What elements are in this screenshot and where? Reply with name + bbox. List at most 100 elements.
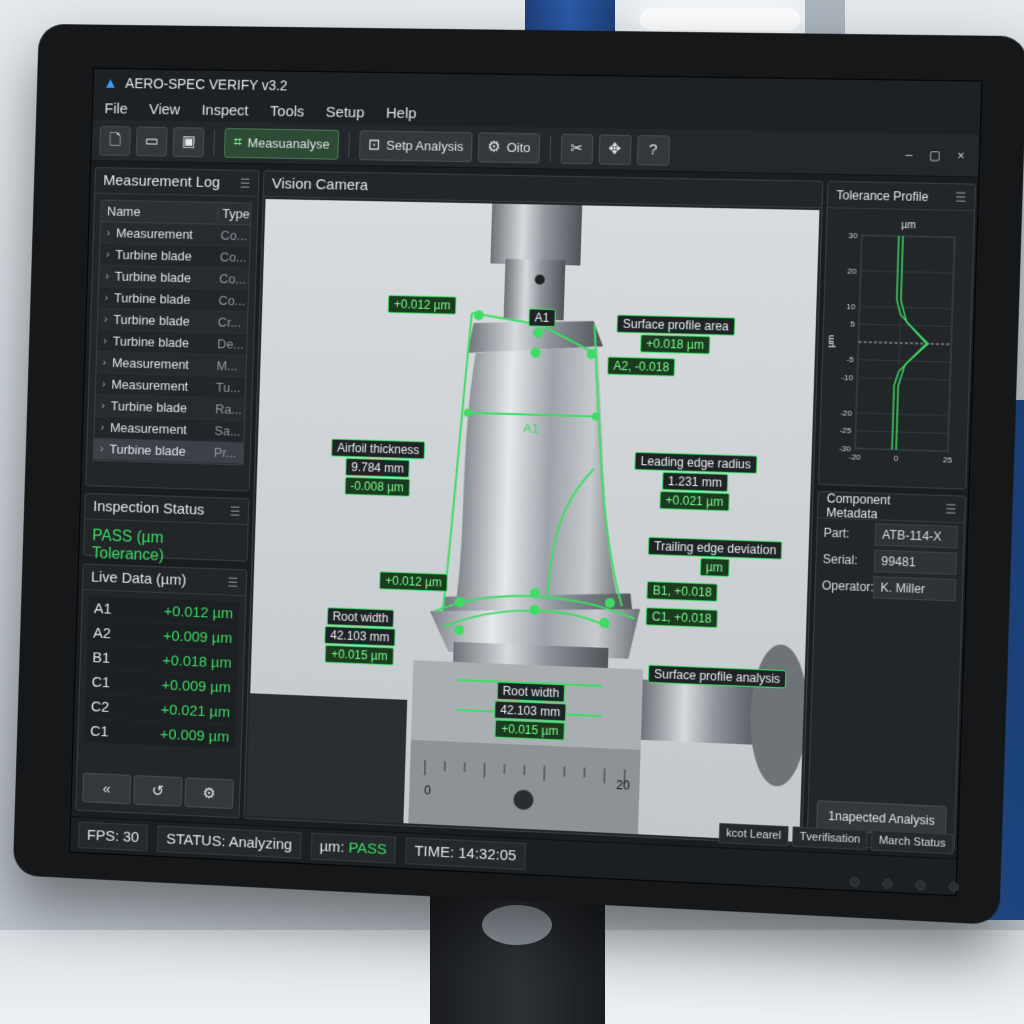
row-name: Turbine blade — [113, 290, 191, 307]
column-header-name[interactable]: Name — [101, 204, 217, 221]
column-header-type[interactable]: Type — [217, 205, 251, 222]
chart-icon: ⌗ — [233, 134, 243, 152]
annotation-c1[interactable]: C1, +0.018 — [645, 607, 719, 629]
save-button[interactable]: ▣ — [172, 126, 205, 157]
monitor-button[interactable] — [948, 881, 959, 893]
app-window: ▲ AERO-SPEC VERIFY v3.2 File View Inspec… — [69, 67, 983, 897]
annotation-root-width-left[interactable]: Root width 42.103 mm +0.015 µm — [324, 607, 397, 666]
annotation-a1-deviation[interactable]: +0.012 µm — [387, 294, 457, 315]
metadata-title: Component Metadata — [826, 490, 891, 521]
monitor-button[interactable] — [915, 880, 926, 891]
row-name: Measurement — [109, 419, 188, 438]
annotation-a1-label[interactable]: A1 — [528, 308, 556, 328]
inspection-status-title: Inspection Status — [92, 498, 205, 519]
vision-camera-title: Vision Camera — [271, 175, 369, 195]
chevron-right-icon[interactable]: › — [98, 313, 114, 325]
ruler-label-20: 20 — [616, 778, 630, 793]
fps-readout: FPS: 30 — [77, 821, 149, 852]
match-status-button[interactable]: March Status — [871, 830, 954, 855]
close-button[interactable]: × — [957, 148, 965, 162]
open-folder-button[interactable]: ▭ — [135, 126, 168, 157]
menu-setup[interactable]: Setup — [326, 103, 365, 121]
panel-menu-icon[interactable]: ☰ — [230, 504, 241, 518]
annotation-surface-profile-area[interactable]: Surface profile area +0.018 µm — [616, 314, 736, 355]
chart-y-tick-label: -10 — [841, 373, 854, 383]
menu-file[interactable]: File — [104, 100, 128, 117]
row-type: Co... — [218, 271, 247, 287]
row-name: Turbine blade — [110, 398, 188, 416]
chevron-right-icon[interactable]: › — [100, 227, 116, 239]
row-name: Turbine blade — [113, 311, 190, 329]
minimize-button[interactable]: – — [905, 147, 912, 161]
setup-analysis-button[interactable]: ⊡ Setp Analysis — [358, 129, 473, 162]
live-data-panel: Live Data (µm) ☰ A1 +0.012 µm A2 +0.009 µm B… — [75, 563, 248, 819]
chevron-right-icon[interactable]: › — [100, 248, 116, 260]
chevron-right-icon[interactable]: › — [97, 335, 113, 347]
annotation-trailing-edge-deviation[interactable]: Trailing edge deviation µm — [647, 536, 783, 579]
row-type: Tu... — [215, 379, 241, 396]
chevron-right-icon[interactable]: › — [96, 356, 112, 368]
annotation-airfoil-thickness[interactable]: Airfoil thickness 9.784 mm -0.008 µm — [330, 438, 426, 498]
maximize-button[interactable]: ▢ — [929, 148, 941, 162]
menu-help[interactable]: Help — [386, 104, 417, 121]
operator-label: Operator: — [821, 578, 875, 595]
move-button[interactable]: ✥ — [598, 133, 632, 165]
annotation-left-deviation[interactable]: +0.012 µm — [379, 571, 449, 592]
row-type: Co... — [218, 292, 246, 309]
rewind-button[interactable]: « — [82, 772, 132, 805]
row-type: Co... — [220, 227, 248, 244]
menu-tools[interactable]: Tools — [270, 103, 305, 120]
chart-gridline — [860, 306, 953, 308]
panel-header: Tolerance Profile ☰ — [827, 181, 976, 212]
panel-menu-icon[interactable]: ☰ — [240, 176, 251, 190]
leading-mm: 1.231 mm — [661, 471, 729, 493]
inspection-status-panel: Inspection Status ☰ PASS (µm Tolerance) — [83, 492, 250, 564]
operator-value: K. Miller — [872, 576, 957, 602]
row-name: Measurement — [111, 376, 189, 394]
new-file-button[interactable]: 🗋 — [99, 125, 131, 156]
monitor-button[interactable] — [849, 876, 860, 888]
menu-inspect[interactable]: Inspect — [201, 101, 249, 119]
annotation-a2[interactable]: A2, -0.018 — [607, 356, 676, 377]
monitor-stand-hole — [482, 905, 552, 945]
rewind-icon: « — [102, 779, 111, 798]
chart-y-tick-label: 10 — [846, 302, 856, 311]
panel-menu-icon[interactable]: ☰ — [227, 575, 238, 589]
chevron-right-icon[interactable]: › — [99, 270, 115, 282]
part-value: ATB-114-X — [874, 523, 958, 549]
chevron-right-icon[interactable]: › — [94, 421, 110, 433]
um-status-label: µm: — [319, 838, 345, 857]
component-metadata-panel: Component Metadata ☰ Part: ATB-114-X Ser… — [806, 490, 967, 853]
measure-analyse-button[interactable]: ⌗ Measuanalyse — [224, 127, 339, 160]
chevron-right-icon[interactable]: › — [95, 399, 111, 412]
auto-label: Oito — [506, 139, 531, 156]
table-body: › Measurement Co... › Turbine blade Co... › Tur… — [93, 222, 251, 465]
airfoil-mm: 9.784 mm — [345, 457, 411, 478]
live-data-value: +0.018 µm — [161, 651, 232, 672]
tolerance-profile-chart: µmµm3020105-5-10-20-25-30-20 0 25 — [825, 220, 974, 465]
annotation-b1[interactable]: B1, +0.018 — [646, 581, 719, 602]
tools-button[interactable]: ✂ — [560, 133, 594, 164]
monitor-button[interactable] — [882, 878, 893, 890]
metadata-part: Part: ATB-114-X — [817, 520, 964, 549]
panel-menu-icon[interactable]: ☰ — [945, 502, 957, 517]
row-type: M... — [216, 358, 238, 374]
tools-icon: ✂ — [569, 139, 584, 158]
annotation-root-width-bottom[interactable]: Root width 42.103 mm +0.015 µm — [493, 681, 567, 741]
auto-button[interactable]: ⚙ Oito — [477, 131, 540, 163]
refresh-button[interactable]: ↺ — [133, 774, 183, 807]
panel-menu-icon[interactable]: ☰ — [955, 190, 967, 204]
menu-view[interactable]: View — [149, 101, 181, 118]
help-button[interactable]: ? — [636, 134, 670, 166]
chart-gridline — [861, 271, 954, 273]
verification-button[interactable]: Tverifisation — [791, 826, 868, 851]
annotation-leading-edge-radius[interactable]: Leading edge radius 1.231 mm +0.021 µm — [633, 451, 758, 512]
lock-level-button[interactable]: kcot Learel — [718, 823, 789, 847]
chevron-right-icon[interactable]: › — [96, 378, 112, 390]
um-status-value: PASS — [348, 839, 388, 859]
table-row[interactable]: › Turbine blade Pr... — [93, 438, 244, 465]
chevron-right-icon[interactable]: › — [94, 443, 110, 455]
settings-button[interactable]: ⚙ — [184, 777, 234, 810]
camera-view[interactable]: A1 0 20 +0.012 µm A1 Surface profile are… — [246, 198, 820, 842]
chevron-right-icon[interactable]: › — [98, 291, 114, 304]
